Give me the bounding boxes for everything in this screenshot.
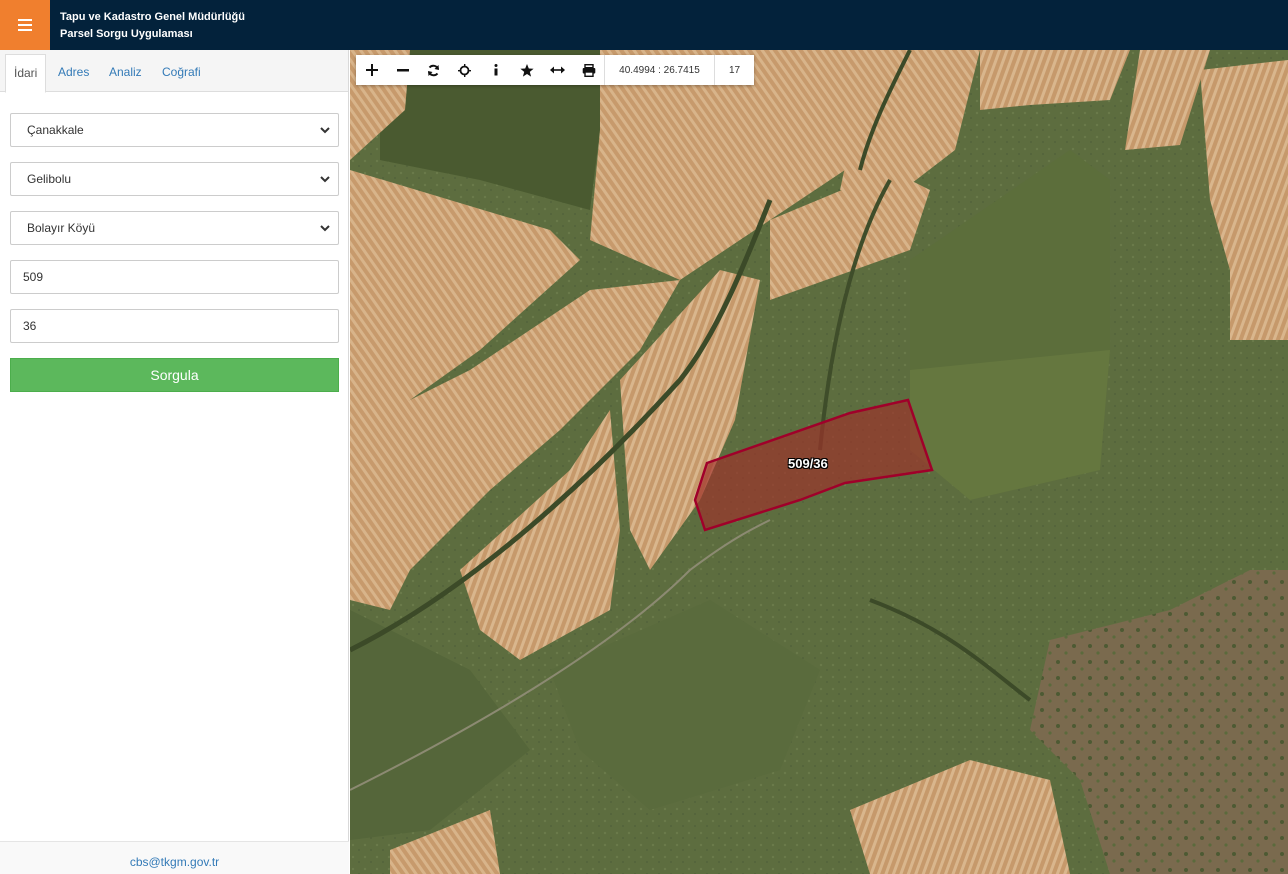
- app-header: Tapu ve Kadastro Genel Müdürlüğü Parsel …: [0, 0, 1288, 50]
- tab-analiz[interactable]: Analiz: [101, 54, 150, 92]
- map-toolbar: 40.4994 : 26.7415 17: [356, 55, 754, 85]
- tab-bar: İdari Adres Analiz Coğrafi: [0, 50, 348, 93]
- province-select[interactable]: Çanakkale: [10, 113, 339, 147]
- refresh-icon: [428, 64, 439, 76]
- contact-email-link[interactable]: cbs@tkgm.gov.tr: [130, 855, 219, 869]
- info-button[interactable]: [480, 55, 511, 85]
- chevron-down-icon: [320, 126, 330, 133]
- favorite-star-icon: [519, 63, 534, 77]
- print-icon: [582, 63, 595, 77]
- locate-icon: [458, 63, 471, 77]
- measure-icon: [550, 66, 565, 74]
- org-name: Tapu ve Kadastro Genel Müdürlüğü: [60, 11, 245, 23]
- locate-button[interactable]: [449, 55, 480, 85]
- app-title: Tapu ve Kadastro Genel Müdürlüğü Parsel …: [60, 9, 245, 43]
- query-button[interactable]: Sorgula: [10, 358, 339, 392]
- chevron-down-icon: [320, 224, 330, 231]
- sidebar: İdari Adres Analiz Coğrafi Çanakkale Gel…: [0, 50, 349, 874]
- zoom-out-button[interactable]: [387, 55, 418, 85]
- zoom-in-icon: [365, 64, 378, 76]
- tab-adres[interactable]: Adres: [50, 54, 97, 92]
- sidebar-footer: cbs@tkgm.gov.tr: [0, 841, 349, 874]
- block-input[interactable]: 509: [10, 260, 339, 294]
- province-value: Çanakkale: [27, 123, 84, 137]
- district-value: Gelibolu: [27, 172, 72, 186]
- info-icon: [494, 64, 497, 76]
- refresh-button[interactable]: [418, 55, 449, 85]
- menu-button[interactable]: [0, 0, 50, 50]
- map-view[interactable]: 509/36: [350, 50, 1288, 874]
- zoom-out-icon: [396, 69, 409, 72]
- parcel-label: 509/36: [788, 456, 828, 471]
- measure-button[interactable]: [542, 55, 573, 85]
- favorite-button[interactable]: [511, 55, 542, 85]
- coordinate-readout: 40.4994 : 26.7415: [604, 55, 714, 85]
- print-button[interactable]: [573, 55, 604, 85]
- zoom-level-readout: 17: [714, 55, 754, 85]
- hamburger-menu-icon: [18, 19, 32, 31]
- neighborhood-select[interactable]: Bolayır Köyü: [10, 211, 339, 245]
- zoom-in-button[interactable]: [356, 55, 387, 85]
- district-select[interactable]: Gelibolu: [10, 162, 339, 196]
- neighborhood-value: Bolayır Köyü: [27, 221, 96, 235]
- tab-idari[interactable]: İdari: [5, 54, 47, 93]
- chevron-down-icon: [320, 175, 330, 182]
- tab-cografi[interactable]: Coğrafi: [154, 54, 209, 92]
- parcel-input[interactable]: 36: [10, 309, 339, 343]
- app-name: Parsel Sorgu Uygulaması: [60, 28, 193, 40]
